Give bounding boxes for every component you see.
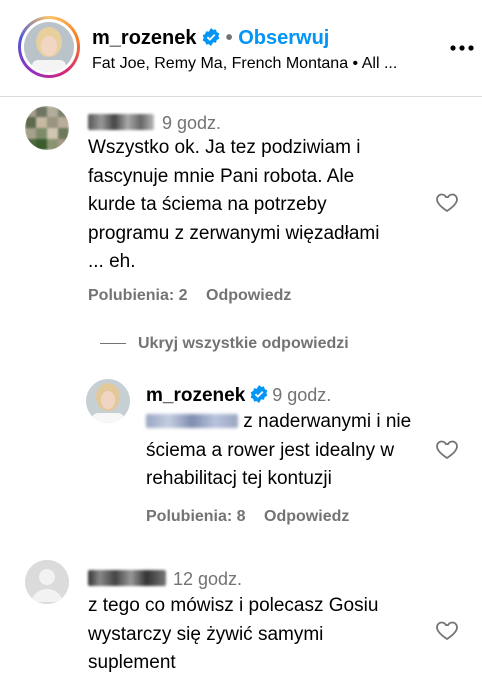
likes-count[interactable]: Polubienia: 2 [88, 287, 188, 304]
replies-divider-line [100, 343, 126, 344]
hide-replies-button[interactable]: Ukryj wszystkie odpowiedzi [138, 334, 349, 354]
reply-avatar[interactable] [86, 379, 130, 423]
verified-badge-icon [250, 385, 268, 403]
audio-subtitle[interactable]: Fat Joe, Remy Ma, French Montana • All .… [92, 54, 397, 74]
mention-link[interactable] [146, 414, 238, 428]
default-avatar-icon[interactable] [25, 560, 69, 604]
header-username[interactable]: m_rozenek [92, 27, 197, 49]
comment-time: 12 godz. [173, 569, 243, 589]
reply-time: 9 godz. [272, 385, 332, 405]
more-options-icon[interactable] [449, 35, 475, 61]
header-separator: • [225, 27, 233, 49]
post-header: m_rozenek • Obserwuj Fat Joe, Remy Ma, F… [0, 0, 482, 97]
reply-button[interactable]: Odpowiedz [206, 287, 291, 304]
reply-header: m_rozenek 9 godz. [146, 384, 331, 407]
reply-meta: Polubienia: 8 Odpowiedz [146, 507, 349, 527]
reply-button[interactable]: Odpowiedz [264, 508, 349, 525]
reply-username[interactable]: m_rozenek [146, 385, 245, 406]
comment-time: 9 godz. [162, 113, 222, 133]
follow-button[interactable]: Obserwuj [238, 27, 329, 49]
comment-meta: Polubienia: 2 Odpowiedz [88, 286, 291, 306]
heart-icon[interactable] [435, 618, 459, 642]
comment-text: Wszystko ok. Ja tez podziwiam i fascynuj… [88, 137, 380, 272]
commenter-username[interactable] [88, 570, 166, 586]
avatar [24, 22, 74, 72]
commenter-username[interactable] [88, 114, 154, 130]
reply-text: z naderwanymi i nie ściema a rower jest … [146, 411, 412, 489]
header-user-line: m_rozenek • Obserwuj [92, 26, 329, 50]
commenter-avatar[interactable] [25, 106, 69, 150]
heart-icon[interactable] [435, 437, 459, 461]
heart-icon[interactable] [435, 190, 459, 214]
story-ring-avatar[interactable] [18, 16, 80, 78]
verified-badge-icon [202, 28, 220, 46]
likes-count[interactable]: Polubienia: 8 [146, 508, 246, 525]
